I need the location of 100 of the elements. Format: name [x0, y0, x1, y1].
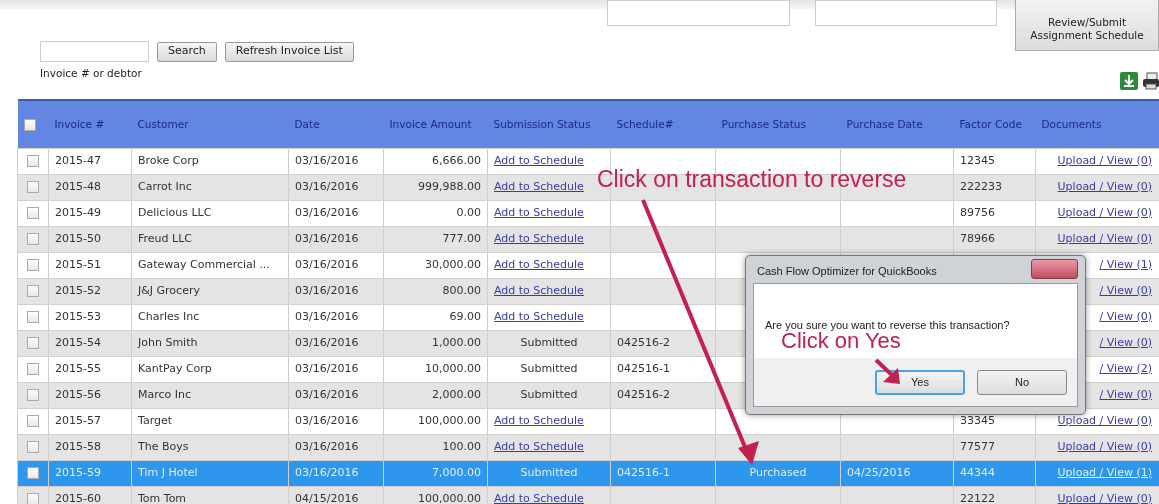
table-cell: The Boys	[138, 439, 189, 453]
table-cell: Freud LLC	[138, 231, 192, 245]
table-cell: 2015-56	[55, 387, 101, 401]
row-checkbox[interactable]	[27, 206, 39, 219]
column-header[interactable]: Purchase Date	[846, 118, 923, 131]
dialog-button[interactable]: No	[977, 370, 1067, 395]
printer-icon[interactable]	[1143, 72, 1159, 90]
table-cell: Broke Corp	[138, 153, 199, 167]
column-header[interactable]: Documents	[1041, 118, 1102, 131]
column-header[interactable]: Schedule#	[616, 118, 674, 131]
row-checkbox[interactable]	[27, 336, 39, 349]
row-checkbox[interactable]	[27, 180, 39, 193]
table-cell: 222233	[960, 179, 1002, 193]
table-cell: 78966	[960, 231, 995, 245]
table-cell: 2015-51	[55, 257, 101, 271]
table-cell: 03/16/2016	[295, 257, 359, 271]
row-checkbox[interactable]	[27, 466, 39, 479]
row-checkbox[interactable]	[27, 492, 39, 504]
table-cell: 33345	[960, 413, 995, 427]
row-checkbox[interactable]	[27, 258, 39, 271]
table-cell: 2015-52	[55, 283, 101, 297]
dialog-title: Cash Flow Optimizer for QuickBooks	[757, 264, 937, 279]
table-cell: 800.00	[442, 283, 481, 297]
table-cell: 69.00	[449, 309, 481, 323]
table-cell: Carrot Inc	[138, 179, 192, 193]
column-header[interactable]: Invoice #	[54, 118, 105, 131]
table-cell: 89756	[960, 205, 995, 219]
table-cell: 042516-1	[617, 361, 670, 375]
table-cell: 03/16/2016	[295, 361, 359, 375]
table-cell: 100,000.00	[418, 491, 481, 504]
table-cell: Submitted	[520, 465, 578, 479]
search-hint: Invoice # or debtor	[40, 66, 142, 81]
table-cell: 2015-54	[55, 335, 101, 349]
table-cell: 1,000.00	[432, 335, 481, 349]
table-cell: 03/16/2016	[295, 387, 359, 401]
search-field[interactable]	[40, 41, 149, 62]
table-cell: 100.00	[442, 439, 481, 453]
table-cell: 30,000.00	[425, 257, 481, 271]
table-cell: 6,666.00	[432, 153, 481, 167]
table-cell: 2015-60	[55, 491, 101, 504]
row-checkbox[interactable]	[27, 362, 39, 375]
row-checkbox[interactable]	[27, 154, 39, 167]
table-cell: 03/16/2016	[295, 413, 359, 427]
annotation-arrow	[874, 358, 900, 384]
row-checkbox[interactable]	[27, 232, 39, 245]
column-header[interactable]: Purchase Status	[721, 118, 806, 131]
table-cell: 44344	[960, 465, 995, 479]
table-cell: Gateway Commercial ...	[138, 257, 270, 271]
column-header[interactable]: Date	[294, 118, 320, 131]
table-cell: 22122	[960, 491, 995, 504]
table-cell: 2015-53	[55, 309, 101, 323]
table-cell: 2015-58	[55, 439, 101, 453]
table-cell: Target	[138, 413, 173, 427]
table-cell: 777.00	[442, 231, 481, 245]
table-cell: 2015-48	[55, 179, 101, 193]
refresh-button[interactable]: Refresh Invoice List	[224, 41, 354, 62]
row-checkbox[interactable]	[27, 414, 39, 427]
table-cell: 999,988.00	[418, 179, 481, 193]
table-cell: 77577	[960, 439, 995, 453]
table-cell: 2015-50	[55, 231, 101, 245]
table-cell: John Smith	[138, 335, 198, 349]
select-all-checkbox[interactable]	[23, 118, 36, 131]
table-cell: 042516-1	[617, 465, 670, 479]
table-cell: 2015-57	[55, 413, 101, 427]
table-cell: 03/16/2016	[295, 283, 359, 297]
table-cell: KantPay Corp	[138, 361, 212, 375]
row-checkbox[interactable]	[27, 310, 39, 323]
table-cell: 04/15/2016	[295, 491, 359, 504]
table-cell: 03/16/2016	[295, 439, 359, 453]
annotation-text: Click on transaction to reverse	[597, 168, 907, 191]
table-cell: 03/16/2016	[295, 179, 359, 193]
row-checkbox[interactable]	[27, 388, 39, 401]
table-cell: 03/16/2016	[295, 231, 359, 245]
table-cell: Charles Inc	[138, 309, 200, 323]
table-cell: Submitted	[520, 361, 578, 375]
table-cell: 2015-47	[55, 153, 101, 167]
download-icon[interactable]	[1120, 72, 1138, 90]
table-cell: 03/16/2016	[295, 465, 359, 479]
row-checkbox[interactable]	[27, 284, 39, 297]
table-cell: Submitted	[520, 335, 578, 349]
table-cell: 2,000.00	[432, 387, 481, 401]
table-cell: 2015-49	[55, 205, 101, 219]
table-cell: 03/16/2016	[295, 205, 359, 219]
filter-dropdown[interactable]	[607, 0, 790, 26]
input-field[interactable]	[815, 0, 997, 26]
table-cell: 042516-2	[617, 335, 670, 349]
table-cell: Submitted	[520, 387, 578, 401]
search-button[interactable]: Search	[157, 41, 217, 62]
table-cell: 042516-2	[617, 387, 670, 401]
table-cell: 0.00	[456, 205, 481, 219]
row-checkbox[interactable]	[27, 440, 39, 453]
dialog-button[interactable]: Yes	[875, 370, 965, 395]
table-cell: Tim J Hotel	[138, 465, 198, 479]
review-schedule-button[interactable]: Review/Submit Assignment Schedule	[1015, 0, 1159, 51]
table-cell: 2015-55	[55, 361, 101, 375]
column-header[interactable]: Customer	[137, 118, 189, 131]
close-button[interactable]	[1031, 259, 1078, 279]
table-cell: 10,000.00	[425, 361, 481, 375]
table-cell: 03/16/2016	[295, 153, 359, 167]
table-cell: 7,000.00	[432, 465, 481, 479]
